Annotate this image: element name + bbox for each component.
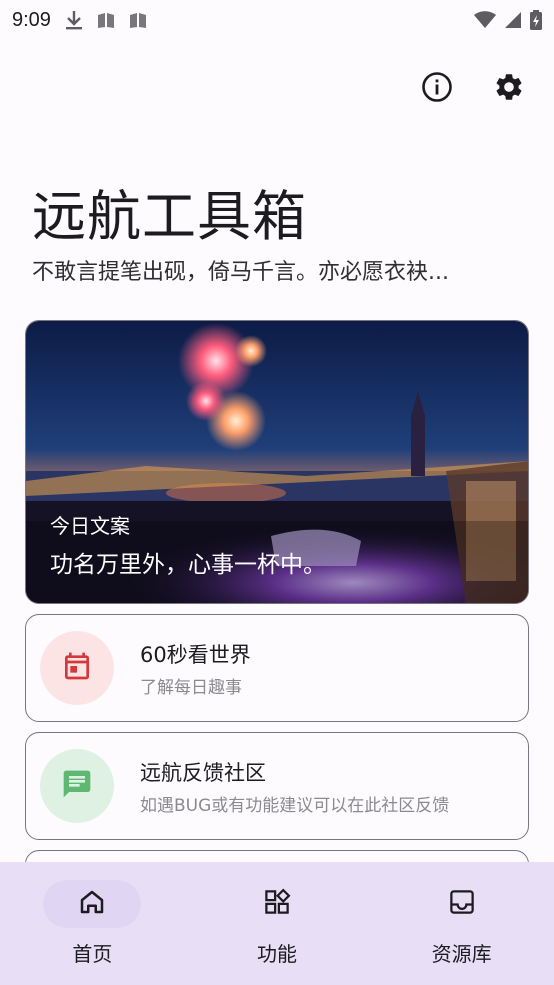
info-icon[interactable]: [412, 62, 462, 112]
bottom-navigation: 首页 功能 资源库: [0, 862, 554, 985]
download-icon: [65, 10, 83, 30]
list-item-feedback[interactable]: 远航反馈社区 如遇BUG或有功能建议可以在此社区反馈: [25, 732, 529, 840]
nav-label: 资源库: [431, 942, 492, 966]
page-title: 远航工具箱: [32, 185, 307, 248]
nav-label: 首页: [72, 942, 113, 966]
status-time: 9:09: [12, 8, 51, 31]
nav-item-home[interactable]: 首页: [0, 862, 185, 985]
calendar-icon: [61, 650, 93, 686]
battery-charging-icon: [530, 10, 542, 30]
signal-icon: [504, 11, 522, 29]
page-subtitle: 不敢言提笔出砚，倚马千言。亦必愿衣袂...: [32, 260, 449, 285]
nav-label: 功能: [257, 942, 297, 966]
list-icon-circle: [40, 749, 114, 823]
list-item-desc: 了解每日趣事: [140, 677, 242, 698]
hero-quote: 功名万里外，心事一杯中。: [50, 552, 326, 578]
inbox-icon: [447, 887, 477, 921]
nav-item-resources[interactable]: 资源库: [369, 862, 554, 985]
hero-text: 今日文案 功名万里外，心事一杯中。: [50, 510, 326, 579]
nav-active-indicator: [43, 880, 142, 928]
wifi-icon: [474, 11, 496, 29]
nav-item-features[interactable]: 功能: [185, 862, 370, 985]
list-icon-circle: [40, 631, 114, 705]
list-item-title: 60秒看世界: [140, 642, 251, 667]
nav-icon-container: [413, 880, 511, 928]
notification-icon: [97, 12, 115, 28]
header-actions: [412, 62, 534, 112]
list-item-60s-news[interactable]: 60秒看世界 了解每日趣事: [25, 614, 529, 722]
daily-quote-card[interactable]: 今日文案 功名万里外，心事一杯中。: [25, 320, 529, 604]
settings-icon[interactable]: [484, 62, 534, 112]
chat-icon: [61, 768, 93, 804]
nav-icon-container: [228, 880, 326, 928]
status-bar: 9:09: [0, 0, 554, 40]
home-icon: [77, 887, 107, 921]
grid-icon: [262, 887, 292, 921]
list-item-desc: 如遇BUG或有功能建议可以在此社区反馈: [140, 795, 450, 816]
notification-icon: [129, 12, 147, 28]
hero-label: 今日文案: [50, 514, 130, 538]
list-item-title: 远航反馈社区: [140, 760, 266, 785]
